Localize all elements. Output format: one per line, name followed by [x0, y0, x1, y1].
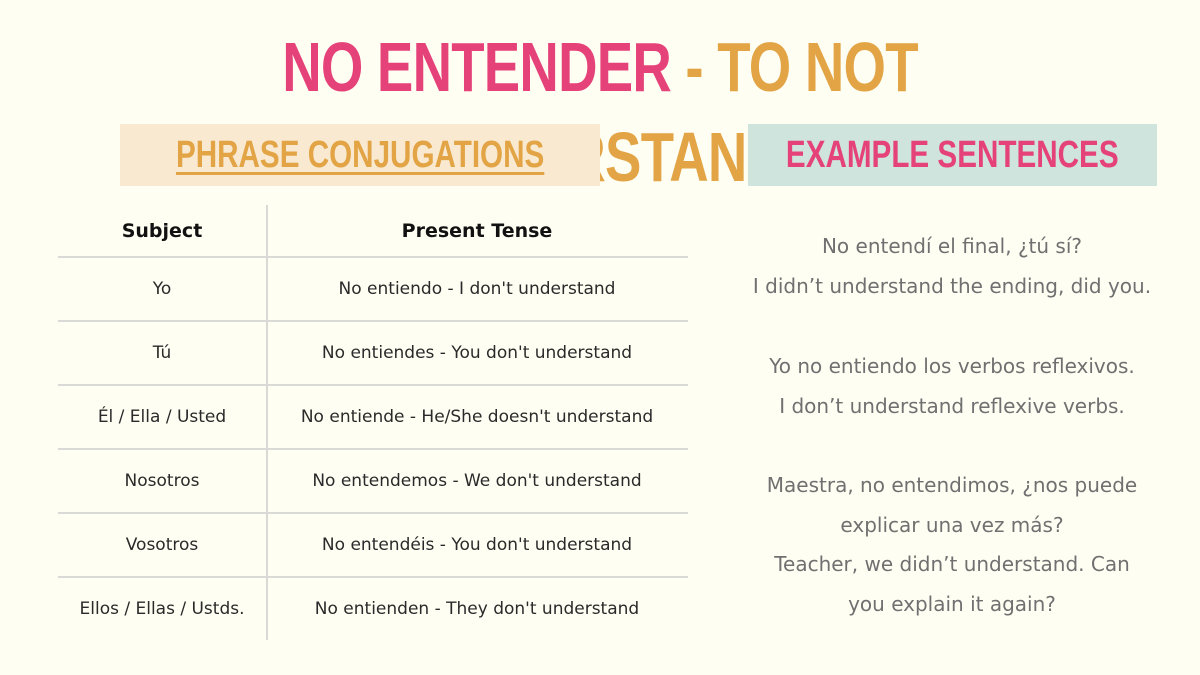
table-row: Ellos / Ellas / Ustds. No entienden - Th… — [58, 577, 688, 641]
subject-cell: Tú — [152, 343, 172, 363]
example-spanish: Maestra, no entendimos, ¿nos puede — [766, 473, 1138, 497]
table-header-row: Subject Present Tense — [58, 205, 688, 257]
table-row: Nosotros No entendemos - We don't unders… — [58, 449, 688, 513]
example-spanish: explicar una vez más? — [840, 512, 1064, 537]
present-tense-cell: No entendemos - We don't understand — [312, 471, 642, 491]
example-english: you explain it again? — [848, 591, 1056, 616]
present-tense-cell: No entiendes - You don't understand — [321, 343, 633, 363]
title-separator: - — [671, 28, 718, 106]
example-spanish: No entendí el final, ¿tú sí? — [821, 234, 1083, 258]
example-english: I didn’t understand the ending, did you. — [752, 273, 1152, 298]
title-spanish: NO ENTENDER — [282, 28, 672, 106]
subject-cell: Él / Ella / Usted — [97, 407, 227, 427]
subject-cell: Nosotros — [124, 471, 200, 491]
examples-heading-banner: EXAMPLE SENTENCES — [748, 124, 1157, 186]
table-row: Vosotros No entendéis - You don't unders… — [58, 513, 688, 577]
table-row: Él / Ella / Usted No entiende - He/She d… — [58, 385, 688, 449]
examples-heading: EXAMPLE SENTENCES — [786, 133, 1119, 176]
example-sentence-2: Yo no entiendo los verbos reflexivos. I … — [712, 347, 1192, 426]
example-english: I don’t understand reflexive verbs. — [779, 393, 1125, 418]
present-tense-cell: No entiende - He/She doesn't understand — [300, 407, 654, 427]
subject-cell: Yo — [152, 279, 172, 299]
example-english: Teacher, we didn’t understand. Can — [774, 552, 1130, 576]
present-tense-cell: No entendéis - You don't understand — [321, 535, 633, 555]
present-tense-cell: No entiendo - I don't understand — [338, 279, 616, 299]
table-row: Tú No entiendes - You don't understand — [58, 321, 688, 385]
column-header-subject: Subject — [121, 220, 203, 242]
conjugations-heading-banner: PHRASE CONJUGATIONS — [120, 124, 600, 186]
present-tense-cell: No entienden - They don't understand — [314, 599, 640, 619]
subject-cell: Ellos / Ellas / Ustds. — [79, 599, 245, 619]
conjugations-heading: PHRASE CONJUGATIONS — [175, 133, 545, 176]
example-sentence-1: No entendí el final, ¿tú sí? I didn’t un… — [712, 227, 1192, 306]
column-header-present-tense: Present Tense — [401, 220, 553, 242]
example-spanish: Yo no entiendo los verbos reflexivos. — [769, 354, 1135, 378]
subject-cell: Vosotros — [125, 535, 199, 555]
table-row: Yo No entiendo - I don't understand — [58, 257, 688, 321]
example-sentence-3: Maestra, no entendimos, ¿nos puede expli… — [712, 466, 1192, 624]
